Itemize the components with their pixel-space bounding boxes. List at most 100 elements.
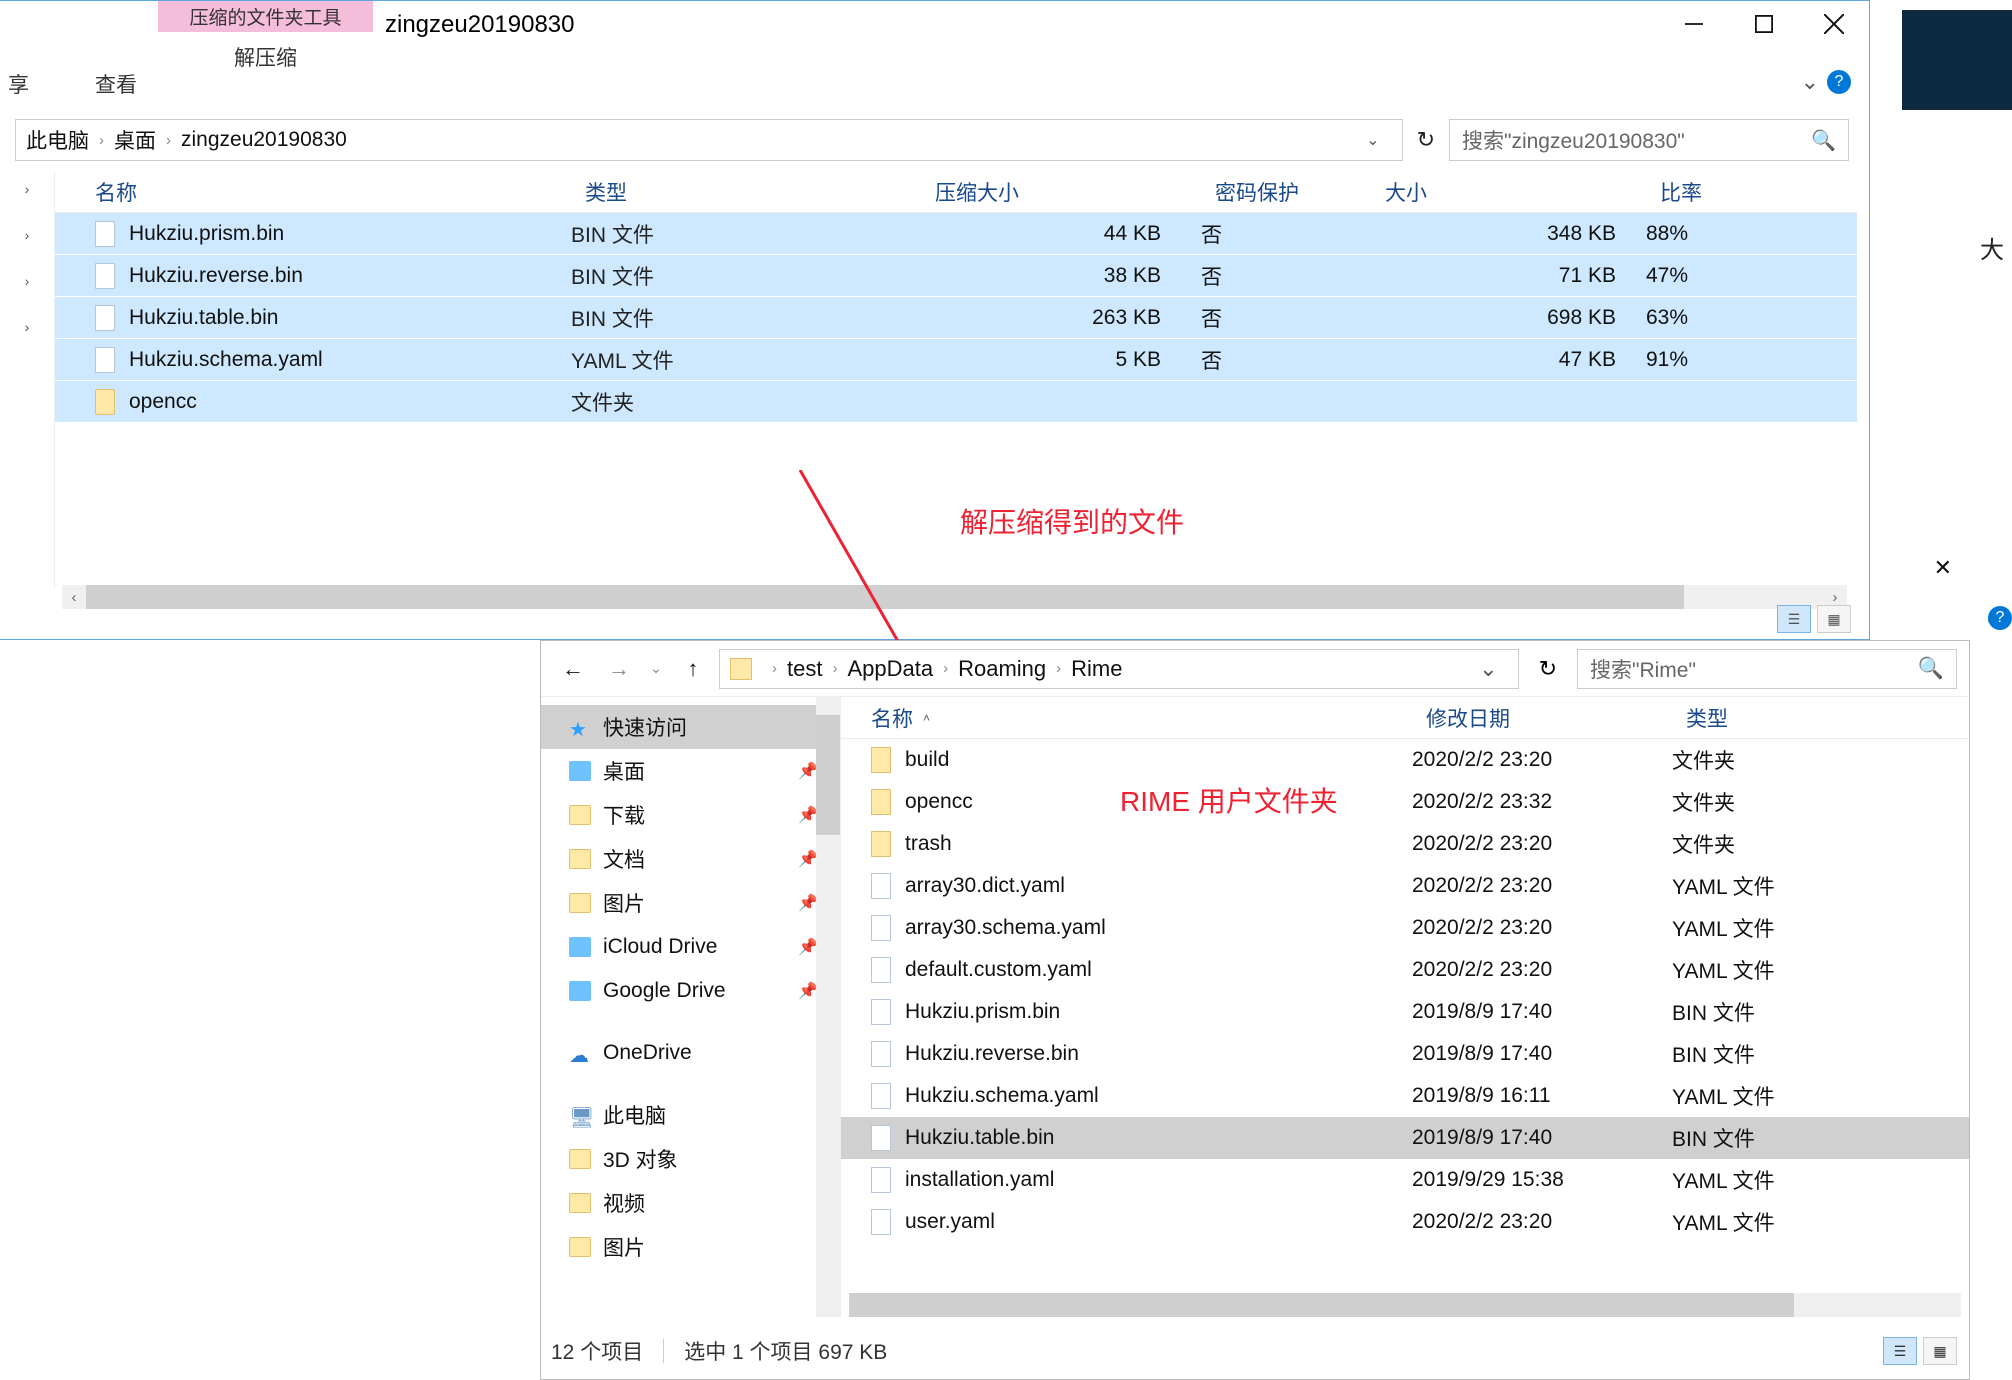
file-date: 2019/9/29 15:38: [1412, 1168, 1672, 1192]
back-button[interactable]: ←: [553, 649, 593, 689]
col-type[interactable]: 类型: [585, 177, 935, 207]
file-row[interactable]: Hukziu.table.bin2019/8/9 17:40BIN 文件: [841, 1117, 1969, 1159]
address-dropdown-icon[interactable]: ⌄: [1479, 656, 1497, 682]
refresh-icon[interactable]: ↻: [1539, 656, 1557, 682]
crumb[interactable]: Roaming: [958, 656, 1046, 682]
file-icon: [95, 305, 115, 331]
crumb[interactable]: test: [787, 656, 822, 682]
side-help-icon[interactable]: ?: [1988, 606, 2012, 630]
tree-item[interactable]: 桌面📌: [541, 749, 840, 793]
context-tool-label: 压缩的文件夹工具: [158, 1, 373, 32]
tree-item[interactable]: 图片: [541, 1225, 840, 1269]
ribbon-tab[interactable]: 查看: [87, 69, 145, 99]
tree-item[interactable]: 图片📌: [541, 881, 840, 925]
tree-item[interactable]: 🖥此电脑: [541, 1093, 840, 1137]
file-row[interactable]: opencc文件夹: [55, 381, 1857, 423]
file-row[interactable]: array30.dict.yaml2020/2/2 23:20YAML 文件: [841, 865, 1969, 907]
scroll-thumb[interactable]: [86, 585, 1684, 609]
file-type: BIN 文件: [1672, 997, 1872, 1027]
chevron-right-icon[interactable]: ›: [25, 181, 30, 197]
tree-item[interactable]: iCloud Drive📌: [541, 925, 840, 969]
vertical-scrollbar[interactable]: [816, 697, 840, 1317]
ribbon-tab[interactable]: 享: [0, 69, 37, 99]
file-row[interactable]: opencc2020/2/2 23:32文件夹: [841, 781, 1969, 823]
col-name[interactable]: 名称˄: [871, 703, 1426, 733]
maximize-button[interactable]: [1729, 1, 1799, 47]
file-row[interactable]: Hukziu.schema.yaml2019/8/9 16:11YAML 文件: [841, 1075, 1969, 1117]
file-row[interactable]: user.yaml2020/2/2 23:20YAML 文件: [841, 1201, 1969, 1243]
crumb[interactable]: 桌面: [114, 125, 156, 155]
file-row[interactable]: array30.schema.yaml2020/2/2 23:20YAML 文件: [841, 907, 1969, 949]
tree-item[interactable]: Google Drive📌: [541, 969, 840, 1013]
view-details-button[interactable]: ☰: [1777, 605, 1811, 633]
file-row[interactable]: default.custom.yaml2020/2/2 23:20YAML 文件: [841, 949, 1969, 991]
scroll-thumb[interactable]: [849, 1293, 1794, 1317]
file-row[interactable]: trash2020/2/2 23:20文件夹: [841, 823, 1969, 865]
file-row[interactable]: installation.yaml2019/9/29 15:38YAML 文件: [841, 1159, 1969, 1201]
file-row[interactable]: Hukziu.table.binBIN 文件263 KB否698 KB63%: [55, 297, 1857, 339]
pin-icon: 📌: [798, 849, 818, 869]
search-input[interactable]: 搜索"zingzeu20190830" 🔍: [1449, 119, 1849, 161]
folder-icon: [730, 658, 752, 680]
close-button[interactable]: [1799, 1, 1869, 47]
col-type[interactable]: 类型: [1686, 703, 1886, 733]
view-details-button[interactable]: ☰: [1883, 1337, 1917, 1365]
scroll-right-icon[interactable]: ›: [1823, 589, 1847, 606]
file-icon: [871, 999, 891, 1025]
up-button[interactable]: ↑: [673, 649, 713, 689]
recent-dropdown-icon[interactable]: ⌄: [645, 649, 667, 689]
col-ratio[interactable]: 比率: [1660, 177, 1780, 207]
nav-tree: ★快速访问桌面📌下载📌文档📌图片📌iCloud Drive📌Google Dri…: [541, 697, 841, 1317]
tree-item[interactable]: 3D 对象: [541, 1137, 840, 1181]
minimize-button[interactable]: [1659, 1, 1729, 47]
folder-icon: [871, 789, 891, 815]
chevron-right-icon[interactable]: ›: [25, 319, 30, 335]
file-row[interactable]: Hukziu.schema.yamlYAML 文件5 KB否47 KB91%: [55, 339, 1857, 381]
col-date[interactable]: 修改日期: [1426, 703, 1686, 733]
file-name: trash: [905, 832, 952, 856]
horizontal-scrollbar[interactable]: ‹ ›: [62, 585, 1847, 609]
search-input[interactable]: 搜索"Rime" 🔍: [1577, 649, 1957, 689]
forward-button[interactable]: →: [599, 649, 639, 689]
crumb[interactable]: 此电脑: [26, 125, 89, 155]
col-name[interactable]: 名称: [95, 177, 585, 207]
file-type: YAML 文件: [1672, 913, 1872, 943]
file-row[interactable]: Hukziu.reverse.bin2019/8/9 17:40BIN 文件: [841, 1033, 1969, 1075]
side-cropped-text: 大: [1980, 230, 2004, 265]
address-bar[interactable]: › test› AppData› Roaming› Rime ⌄: [719, 649, 1519, 689]
refresh-icon[interactable]: ↻: [1417, 127, 1435, 153]
chevron-right-icon[interactable]: ›: [25, 273, 30, 289]
side-close-icon[interactable]: ✕: [1934, 555, 1952, 581]
crumb[interactable]: AppData: [847, 656, 933, 682]
search-icon: 🔍: [1811, 128, 1836, 153]
folder-icon: [871, 747, 891, 773]
tree-item[interactable]: ★快速访问: [541, 705, 840, 749]
view-thumbnails-button[interactable]: ▦: [1817, 605, 1851, 633]
address-bar[interactable]: 此电脑› 桌面› zingzeu20190830 ⌄: [15, 119, 1403, 161]
tree-item[interactable]: 文档📌: [541, 837, 840, 881]
view-thumbnails-button[interactable]: ▦: [1923, 1337, 1957, 1365]
file-row[interactable]: build2020/2/2 23:20文件夹: [841, 739, 1969, 781]
col-password[interactable]: 密码保护: [1215, 177, 1385, 207]
file-row[interactable]: Hukziu.prism.binBIN 文件44 KB否348 KB88%: [55, 213, 1857, 255]
file-row[interactable]: Hukziu.prism.bin2019/8/9 17:40BIN 文件: [841, 991, 1969, 1033]
ribbon-collapse-icon[interactable]: ⌄: [1801, 69, 1819, 95]
address-dropdown-icon[interactable]: ⌄: [1366, 130, 1379, 150]
file-row[interactable]: Hukziu.reverse.binBIN 文件38 KB否71 KB47%: [55, 255, 1857, 297]
crumb[interactable]: zingzeu20190830: [181, 128, 347, 152]
file-name: user.yaml: [905, 1210, 995, 1234]
ribbon-context-tab[interactable]: 压缩的文件夹工具 解压缩: [158, 1, 373, 78]
tree-item[interactable]: 视频: [541, 1181, 840, 1225]
horizontal-scrollbar[interactable]: [849, 1293, 1961, 1317]
tree-item[interactable]: 下载📌: [541, 793, 840, 837]
help-icon[interactable]: ?: [1827, 70, 1851, 94]
star-icon: ★: [569, 717, 591, 737]
tree-item[interactable]: ☁OneDrive: [541, 1031, 840, 1075]
crumb[interactable]: Rime: [1071, 656, 1122, 682]
col-compressed[interactable]: 压缩大小: [935, 177, 1215, 207]
nav-pane-collapsed[interactable]: › › › ›: [0, 171, 55, 589]
col-size[interactable]: 大小: [1385, 177, 1660, 207]
chevron-right-icon[interactable]: ›: [25, 227, 30, 243]
scroll-thumb[interactable]: [816, 715, 840, 835]
scroll-left-icon[interactable]: ‹: [62, 589, 86, 606]
